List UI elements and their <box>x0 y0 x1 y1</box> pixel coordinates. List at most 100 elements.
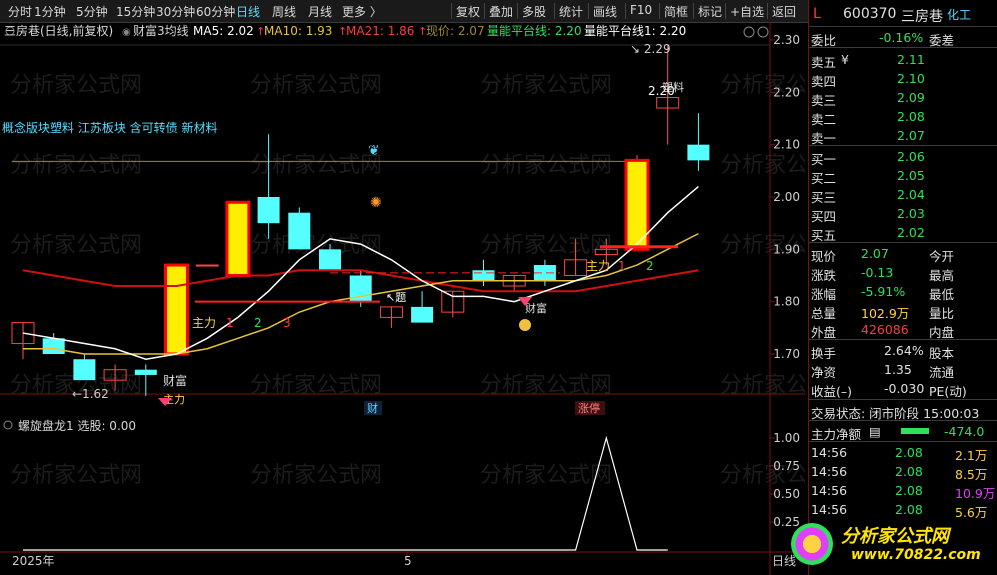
period-tab-9[interactable]: 更多 〉 <box>342 3 382 20</box>
toolbar-button-5[interactable]: F10 <box>630 3 652 17</box>
period-tab-2[interactable]: 5分钟 <box>76 3 108 20</box>
num2-label: 2 <box>254 316 262 330</box>
panel-divider-line <box>809 339 997 340</box>
candle-down <box>288 212 311 250</box>
ma10-value: MA10: 1.93 <box>264 24 332 38</box>
tick-time: 14:56 <box>811 483 848 498</box>
low-price-label: ←1.62 <box>72 387 109 401</box>
site-logo: 分析家公式网 www.70822.com <box>791 519 991 571</box>
toolbar-button-8[interactable]: +自选 <box>730 3 764 20</box>
panel-divider-line <box>809 47 997 48</box>
num3-label: 3 <box>283 316 291 330</box>
candle-down <box>319 249 341 271</box>
watermark-text: 分析家公式网 <box>10 233 142 258</box>
main-net-bar <box>901 428 929 434</box>
panel-divider-line <box>809 242 997 243</box>
cai-tag: 财 <box>367 401 378 415</box>
price-tick-label: 2.30 <box>773 33 800 47</box>
ask-price: 2.08 <box>897 109 925 124</box>
weibi-value: -0.16% <box>879 30 924 45</box>
watermark-text: 分析家公式网 <box>480 153 612 178</box>
toolbar-button-3[interactable]: 统计 <box>559 3 583 20</box>
stat-value: 426086 <box>861 322 909 337</box>
kline-chart[interactable]: 分析家公式网分析家公式网分析家公式网分析家公式网分析家公式网分析家公式网分析家公… <box>0 22 805 575</box>
main-force-label-2: 主力 <box>586 259 610 273</box>
x-axis-year: 2025年 <box>12 554 55 568</box>
signal-line <box>23 435 668 551</box>
period-tab-7[interactable]: 周线 <box>272 3 296 20</box>
high-price-label: ↘ 2.29 <box>630 42 671 56</box>
ask-row-1: 卖四 2.10 <box>809 69 997 89</box>
watermark-text: 分析家公式网 <box>10 73 142 98</box>
panel-divider-line <box>809 399 997 400</box>
candle-down <box>687 144 710 161</box>
stat2-value: 2.64% <box>884 343 924 358</box>
tick-price: 2.08 <box>895 483 923 498</box>
watermark-text: 分析家公式网 <box>10 153 142 178</box>
toolbar-button-4[interactable]: 画线 <box>593 3 617 20</box>
stat-value: 2.07 <box>861 246 889 261</box>
tick-price: 2.08 <box>895 502 923 517</box>
trade-status-row: 交易状态: 闭市阶段 15:00:03 <box>809 401 997 421</box>
stat-value: -5.91% <box>861 284 906 299</box>
toolbar-button-2[interactable]: 多股 <box>522 3 546 20</box>
price-tick-label: 2.00 <box>773 190 800 204</box>
money-bag-icon <box>519 319 531 331</box>
toolbar-button-9[interactable]: 返回 <box>772 3 796 20</box>
main-net-value: -474.0 <box>944 424 985 439</box>
stock-tag: L <box>813 6 821 22</box>
toolbar-button-0[interactable]: 复权 <box>456 3 480 20</box>
ma21-value: MA21: 1.86 <box>346 24 414 38</box>
period-tab-3[interactable]: 15分钟 <box>116 3 155 20</box>
period-tab-0[interactable]: 分时 <box>8 3 32 20</box>
stat2-row-2: 收益(–) -0.030 PE(动) <box>809 379 997 399</box>
stat-value: -0.13 <box>861 265 894 280</box>
sub-tick-label: 0.50 <box>773 487 800 501</box>
ask-price: 2.11 <box>897 52 925 67</box>
panel-divider-line <box>809 26 997 27</box>
stock-name: 三房巷 <box>901 9 943 25</box>
limit-up-candle <box>164 263 189 356</box>
ma5-value: MA5: 2.02 <box>193 24 254 38</box>
sub-collapse-icon <box>3 420 13 430</box>
tick-row-0: 14:56 2.08 2.1万 <box>809 443 997 463</box>
period-tab-6[interactable]: 日线 <box>236 3 260 20</box>
close-chart-icon <box>757 26 769 38</box>
bid-row-0: 买一 2.06 <box>809 147 997 167</box>
toolbar-button-1[interactable]: 叠加 <box>489 3 513 20</box>
cursor-label: ↖题 <box>386 291 406 304</box>
period-tab-5[interactable]: 60分钟 <box>196 3 235 20</box>
logo-url: www.70822.com <box>851 547 981 563</box>
limit-up-candle <box>225 200 251 278</box>
panel-divider-line <box>809 420 997 421</box>
sub-tick-label: 1.00 <box>773 431 800 445</box>
main-force-label: 主力 <box>192 316 216 330</box>
plastic-label: 塑料 <box>662 80 684 94</box>
toolbar-button-7[interactable]: 标记 <box>698 3 722 20</box>
up-arrow: ↑ <box>418 25 427 38</box>
num1-label: 1 <box>226 316 234 330</box>
candle-down <box>472 270 495 281</box>
tick-row-1: 14:56 2.08 8.5万 <box>809 462 997 482</box>
indicator-icon: ◉ <box>122 27 131 38</box>
toolbar-separator <box>767 3 768 19</box>
period-tab-8[interactable]: 月线 <box>308 3 332 20</box>
zhangting-tag: 涨停 <box>578 401 600 415</box>
x-axis-month: 5 <box>404 554 412 568</box>
butterfly-icon: ❦ <box>368 143 380 159</box>
toolbar-separator <box>588 3 589 19</box>
toolbar-button-6[interactable]: 简框 <box>664 3 688 20</box>
stat-row-2: 涨幅 -5.91% 最低 <box>809 282 997 302</box>
watermark-text: 分析家公式网 <box>250 153 382 178</box>
watermark-text: 分析家公式网 <box>250 463 382 488</box>
sun-icon: ✺ <box>370 195 382 211</box>
ask-row-2: 卖三 2.09 <box>809 88 997 108</box>
ask-price: 2.09 <box>897 90 925 105</box>
period-tab-4[interactable]: 30分钟 <box>156 3 195 20</box>
period-tab-1[interactable]: 1分钟 <box>34 3 66 20</box>
bid-row-4: 买五 2.02 <box>809 223 997 243</box>
tick-time: 14:56 <box>811 502 848 517</box>
stock-code: 600370 <box>843 6 897 22</box>
candle-down <box>42 338 65 354</box>
bid-row-1: 买二 2.05 <box>809 166 997 186</box>
